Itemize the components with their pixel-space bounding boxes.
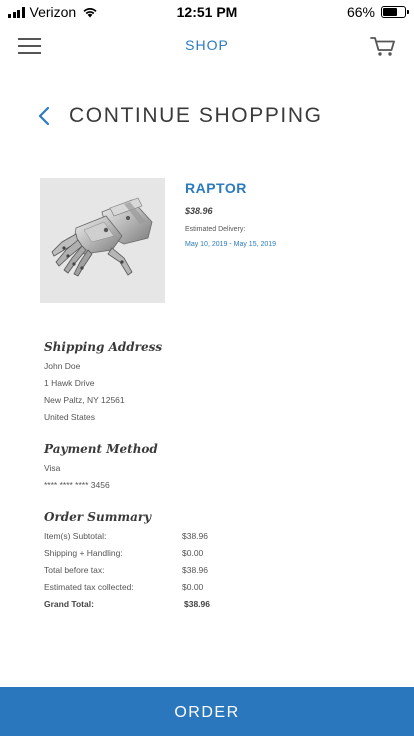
shipping-address-section: Shipping Address John Doe 1 Hawk Drive N… bbox=[44, 340, 162, 428]
chevron-left-icon bbox=[38, 106, 50, 126]
summary-value: $38.96 bbox=[182, 565, 208, 575]
shipping-address-title: Shipping Address bbox=[44, 340, 163, 354]
product-name[interactable]: RAPTOR bbox=[185, 180, 276, 196]
product-image bbox=[40, 178, 165, 303]
battery-fill bbox=[383, 8, 397, 16]
payment-line: **** **** **** 3456 bbox=[44, 480, 110, 490]
summary-row: Estimated tax collected: $0.00 bbox=[44, 581, 203, 598]
nav-title: SHOP bbox=[185, 37, 229, 53]
estimated-delivery-label: Estimated Delivery: bbox=[185, 226, 246, 233]
battery-percent: 66% bbox=[346, 4, 375, 20]
summary-row: Total before tax: $38.96 bbox=[44, 564, 208, 581]
battery-icon bbox=[381, 6, 409, 18]
order-button[interactable]: ORDER bbox=[0, 687, 414, 736]
product-info: RAPTOR $38.96 Estimated Delivery: May 10… bbox=[185, 180, 276, 248]
estimated-delivery-dates: May 10, 2019 - May 15, 2019 bbox=[185, 241, 277, 248]
payment-method-title: Payment Method bbox=[44, 442, 158, 456]
status-bar: Verizon 12:51 PM 66% bbox=[0, 0, 414, 24]
summary-row: Shipping + Handling: $0.00 bbox=[44, 547, 203, 564]
shopping-cart-icon[interactable] bbox=[370, 35, 396, 57]
summary-label: Shipping + Handling: bbox=[44, 548, 123, 558]
summary-label: Total before tax: bbox=[44, 565, 105, 575]
order-summary-section: Order Summary Item(s) Subtotal: $38.96 S… bbox=[44, 510, 210, 615]
summary-value: $0.00 bbox=[182, 582, 204, 592]
summary-label: Item(s) Subtotal: bbox=[44, 531, 107, 541]
shipping-line: John Doe bbox=[44, 361, 81, 371]
top-nav: SHOP bbox=[0, 24, 414, 70]
continue-shopping-link[interactable]: CONTINUE SHOPPING bbox=[36, 104, 323, 128]
shipping-line: 1 Hawk Drive bbox=[44, 378, 95, 388]
order-summary-title: Order Summary bbox=[44, 510, 152, 524]
summary-value: $0.00 bbox=[182, 548, 204, 558]
grand-total-value: $38.96 bbox=[184, 599, 210, 609]
summary-label: Estimated tax collected: bbox=[44, 582, 134, 592]
shipping-line: United States bbox=[44, 412, 96, 422]
summary-value: $38.96 bbox=[182, 531, 208, 541]
continue-shopping-label: CONTINUE SHOPPING bbox=[69, 104, 323, 127]
payment-method-section: Payment Method Visa **** **** **** 3456 bbox=[44, 442, 158, 496]
payment-line: Visa bbox=[44, 463, 61, 473]
summary-row: Item(s) Subtotal: $38.96 bbox=[44, 530, 208, 547]
shipping-line: New Paltz, NY 12561 bbox=[44, 395, 125, 405]
grand-total-row: Grand Total: $38.96 bbox=[44, 598, 210, 615]
status-right: 66% bbox=[346, 4, 409, 20]
product-price: $38.96 bbox=[185, 206, 213, 216]
grand-total-label: Grand Total: bbox=[44, 599, 94, 609]
robotic-hand-image bbox=[51, 197, 153, 277]
